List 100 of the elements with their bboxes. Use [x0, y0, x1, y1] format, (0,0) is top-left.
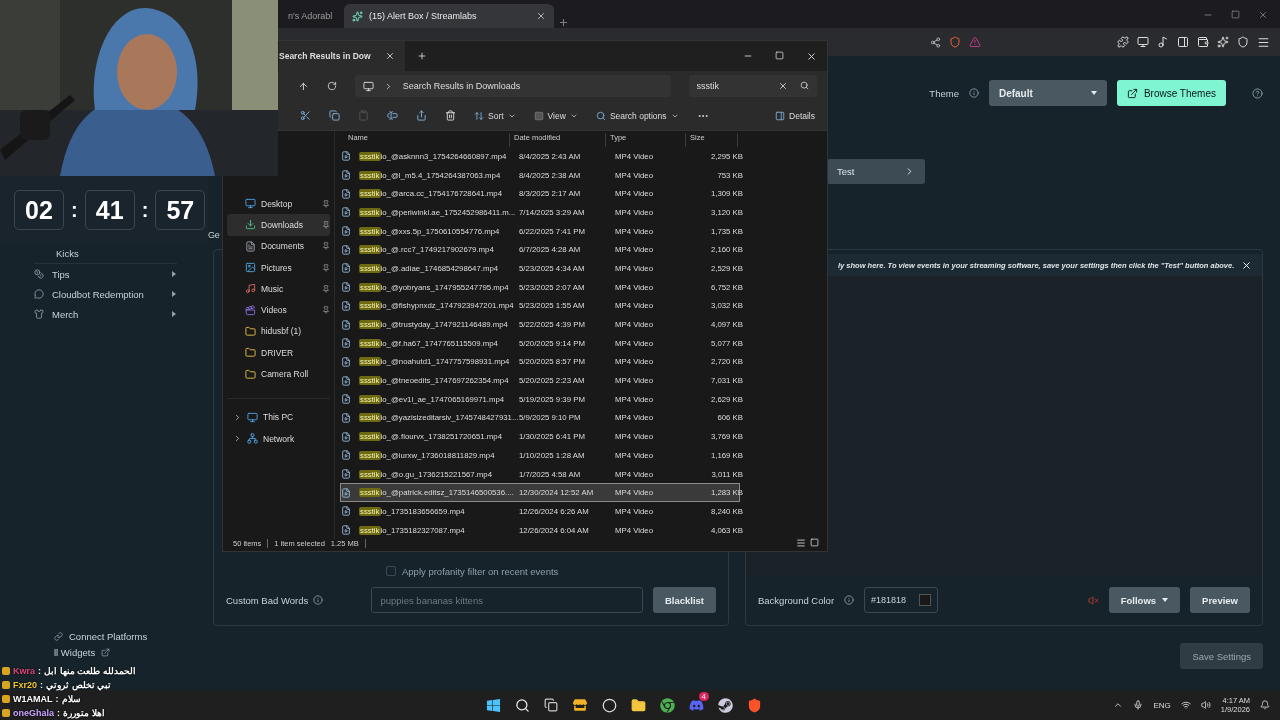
- chat-message: تبي تخلص ثروتي: [46, 680, 112, 690]
- chat-separator: :: [38, 666, 41, 676]
- timer-separator: :: [71, 198, 78, 222]
- computer-icon: [362, 80, 374, 92]
- nav-item[interactable]: Videos: [227, 299, 330, 321]
- timer-digits: 02: [14, 190, 64, 230]
- nav-item-icon: [245, 262, 256, 274]
- expand-chevron-icon[interactable]: [233, 412, 242, 422]
- screen-icon[interactable]: [1137, 36, 1149, 48]
- nav-item[interactable]: Desktop: [227, 193, 330, 215]
- close-icon[interactable]: [1241, 259, 1252, 271]
- game-launcher-icon[interactable]: [716, 696, 734, 714]
- chat-message: الحمدلله طلعت منها ابل: [44, 666, 136, 676]
- microphone-icon[interactable]: [1133, 700, 1144, 710]
- chat-separator: :: [57, 708, 60, 718]
- clear-icon[interactable]: [778, 81, 788, 91]
- color-field[interactable]: #181818: [864, 587, 939, 613]
- up-arrow-icon[interactable]: [298, 80, 309, 92]
- help-icon[interactable]: [1252, 87, 1263, 99]
- view-icon: [533, 110, 544, 121]
- delete-icon[interactable]: [445, 110, 456, 121]
- volume-icon[interactable]: [1200, 700, 1211, 710]
- maximize-icon[interactable]: [1231, 10, 1240, 19]
- close-icon[interactable]: [806, 50, 817, 62]
- nav-item[interactable]: hidusbf (1): [227, 320, 330, 343]
- details-view-icon[interactable]: [796, 538, 806, 548]
- menu-icon[interactable]: [1257, 35, 1270, 49]
- nav-item[interactable]: Camera Roll: [227, 363, 330, 385]
- search-options-button[interactable]: Search options: [595, 110, 679, 121]
- tree-item[interactable]: Network: [227, 428, 330, 450]
- copy-icon[interactable]: [329, 110, 340, 121]
- nav-item-icon: [245, 304, 256, 316]
- browser-tab[interactable]: (15) Alert Box / Streamlabs: [344, 4, 554, 28]
- browser-tab[interactable]: n's Adorabl: [280, 4, 340, 28]
- shield-icon[interactable]: [949, 36, 961, 48]
- close-icon[interactable]: [536, 11, 546, 21]
- sidebar-item-icon: [34, 309, 44, 319]
- preview-button[interactable]: Preview: [1190, 587, 1250, 613]
- checkbox[interactable]: [386, 566, 396, 576]
- search-field[interactable]: ssstik: [688, 75, 817, 97]
- extensions-icon[interactable]: [1117, 36, 1129, 48]
- rename-icon[interactable]: [387, 110, 398, 121]
- sidebar-item-icon: [34, 269, 44, 279]
- chat-username: Fxr20: [13, 680, 38, 690]
- notification-icon[interactable]: [1260, 700, 1270, 710]
- details-button[interactable]: Details: [775, 110, 815, 121]
- search-icon[interactable]: [513, 696, 531, 714]
- theme-select[interactable]: Default: [988, 80, 1107, 106]
- sidebar-item[interactable]: Tips: [34, 264, 177, 284]
- sidebar-link[interactable]: Connect Platforms: [34, 628, 177, 644]
- network-icon[interactable]: [1180, 700, 1191, 710]
- tree-item[interactable]: This PC: [227, 406, 330, 429]
- nav-item-icon: [245, 219, 256, 231]
- cut-icon[interactable]: [300, 110, 311, 121]
- store-icon[interactable]: [571, 696, 589, 714]
- browser-icon[interactable]: [658, 696, 676, 714]
- sidebar-item[interactable]: Cloudbot Redemption: [34, 284, 177, 304]
- share-icon[interactable]: [416, 110, 427, 121]
- new-tab-icon[interactable]: [558, 17, 569, 28]
- tiles-view-icon[interactable]: [810, 538, 819, 547]
- search-icon[interactable]: [800, 81, 809, 90]
- sidebar-item[interactable]: Merch: [34, 304, 177, 324]
- sidebar-link[interactable]: ll Widgets: [34, 644, 177, 660]
- section-heading: Ge: [208, 230, 220, 240]
- expand-arrow-icon: [171, 291, 177, 297]
- triangle-icon[interactable]: [969, 36, 981, 48]
- new-tab-icon[interactable]: [416, 51, 427, 61]
- nav-item[interactable]: DRIVER: [227, 342, 330, 364]
- nav-item[interactable]: Music: [227, 278, 330, 300]
- explorer-tab[interactable]: Search Results in Dow: [279, 41, 405, 71]
- sidebar-icon[interactable]: [1177, 36, 1189, 48]
- address-bar[interactable]: Search Results in Downloads: [354, 75, 671, 97]
- nav-item[interactable]: Downloads: [227, 214, 330, 236]
- close-icon[interactable]: [384, 51, 395, 61]
- nav-item[interactable]: Pictures: [227, 256, 330, 279]
- blacklist-button[interactable]: Blacklist: [652, 587, 716, 613]
- sort-button[interactable]: Sort: [474, 110, 516, 121]
- expand-chevron-icon[interactable]: [233, 434, 242, 444]
- view-button[interactable]: View: [533, 110, 578, 121]
- save-settings-button[interactable]: Save Settings: [1180, 643, 1263, 669]
- share-icon[interactable]: [930, 36, 941, 48]
- language-indicator[interactable]: ENG: [1153, 700, 1171, 710]
- wallet-icon[interactable]: [1197, 36, 1209, 48]
- notification-badge: 4: [698, 692, 709, 701]
- test-button[interactable]: Test: [827, 159, 925, 184]
- bad-words-field[interactable]: puppies bananas kittens: [371, 587, 643, 613]
- nav-item-icon: [245, 283, 256, 295]
- music-icon[interactable]: [1157, 36, 1169, 48]
- chevron-up-icon[interactable]: [1113, 700, 1124, 710]
- tree-item-icon: [247, 433, 258, 445]
- sparkle-icon[interactable]: [1217, 36, 1229, 48]
- task-view-icon[interactable]: [542, 696, 560, 714]
- refresh-icon[interactable]: [326, 81, 337, 91]
- folder-icon[interactable]: [629, 696, 647, 714]
- browse-themes-button[interactable]: Browse Themes: [1116, 80, 1226, 106]
- event-select[interactable]: Follows: [1108, 587, 1181, 613]
- nav-item[interactable]: Documents: [227, 235, 330, 257]
- details-pane-icon: [775, 110, 785, 121]
- expand-arrow-icon: [171, 311, 177, 317]
- start-button[interactable]: [484, 696, 502, 714]
